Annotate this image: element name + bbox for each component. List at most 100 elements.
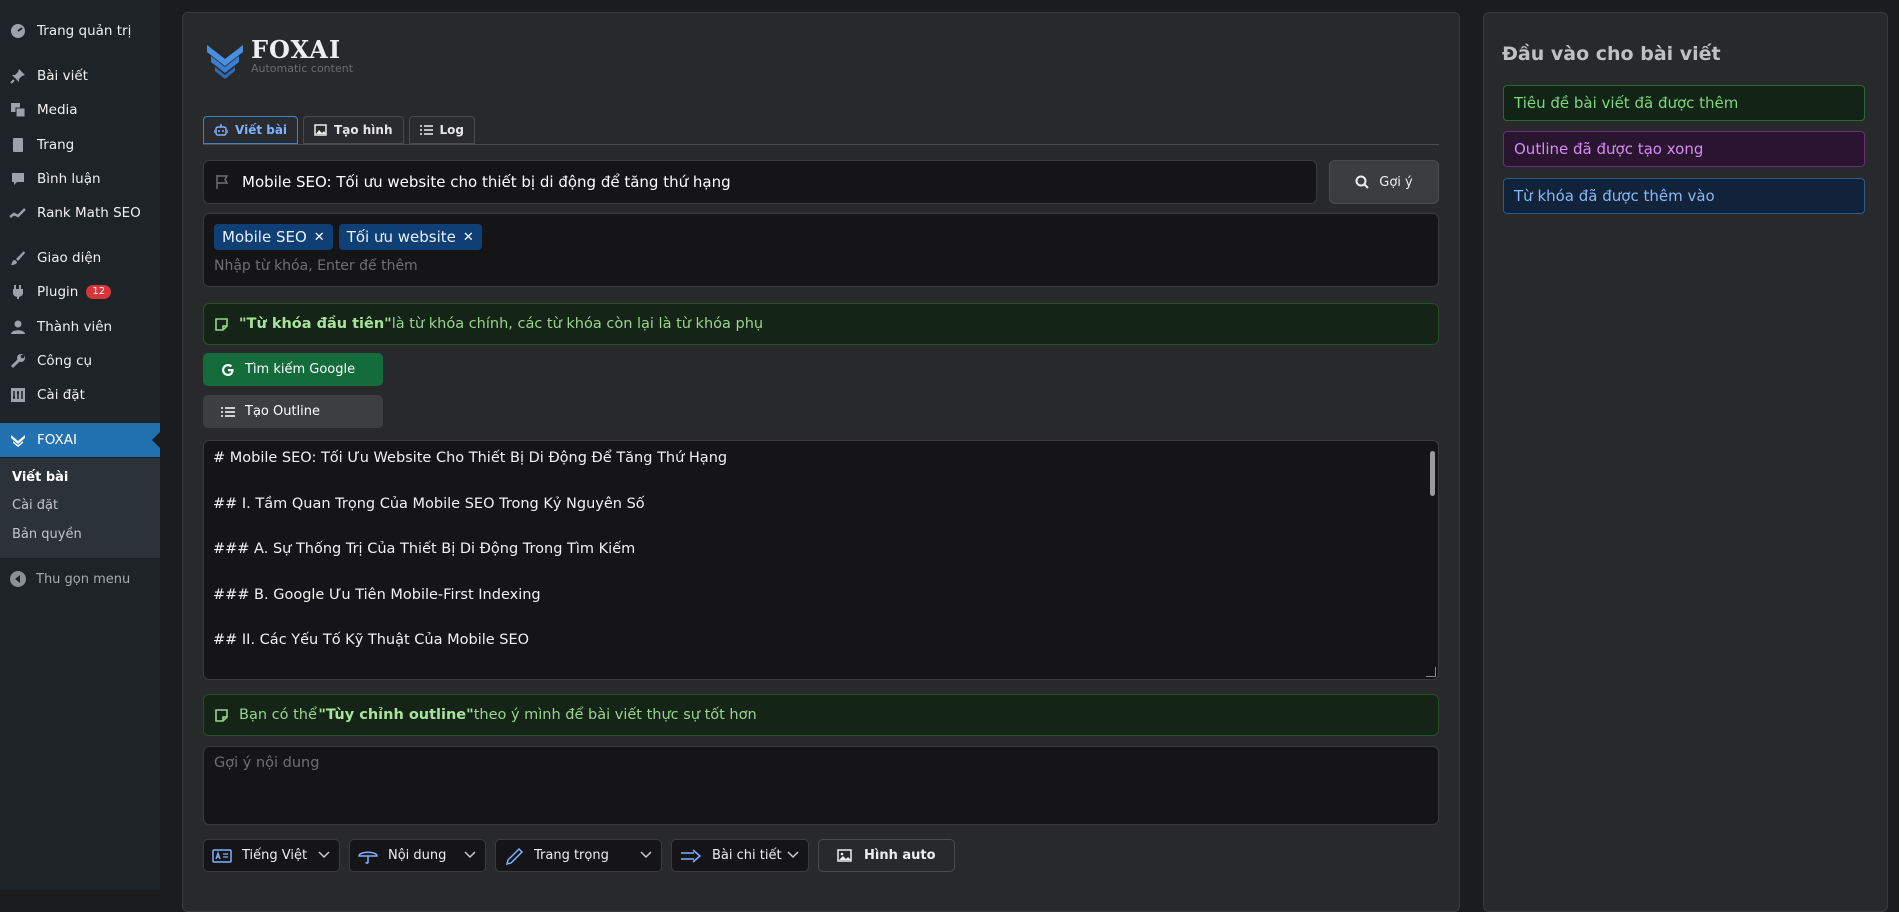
pen-icon [504, 847, 524, 865]
media-icon [9, 101, 27, 119]
keyword-input[interactable] [214, 258, 814, 274]
content-suggest-box [203, 746, 1439, 825]
user-icon [9, 318, 27, 336]
tab-label: Viết bài [235, 123, 288, 137]
search-icon [1355, 175, 1369, 189]
panel-title: Đầu vào cho bài viết [1502, 43, 1721, 65]
google-search-button[interactable]: Tìm kiếm Google [203, 353, 383, 386]
language-value: Tiếng Việt [242, 848, 308, 863]
sidebar-item-label: Bài viết [37, 68, 88, 84]
comment-icon [9, 170, 27, 188]
outline-scrollbar[interactable] [1430, 451, 1435, 496]
post-title-field[interactable] [203, 160, 1317, 204]
note-bold: "Từ khóa đầu tiên" [239, 316, 392, 332]
outline-label: Tạo Outline [245, 404, 321, 419]
content-type-select[interactable]: Nội dung [349, 839, 486, 872]
collapse-label: Thu gọn menu [36, 571, 131, 587]
note-text: theo ý mình để bài viết thực sự tốt hơn [473, 707, 757, 723]
image-icon [837, 849, 852, 862]
keyword-chip[interactable]: Mobile SEO ✕ [214, 224, 333, 250]
sidebar-item-pages[interactable]: Trang [0, 131, 160, 159]
logo-title: FOXAI [251, 35, 342, 64]
sidebar-item-comments[interactable]: Bình luận [0, 165, 160, 193]
sidebar-item-label: Trang [37, 137, 75, 153]
dashboard-icon [9, 22, 27, 40]
sidebar-item-plugins[interactable]: Plugin 12 [0, 278, 160, 306]
submenu-item-settings[interactable]: Cài đặt [12, 498, 58, 513]
suggest-label: Gợi ý [1379, 174, 1413, 190]
keyword-box: Mobile SEO ✕ Tối ưu website ✕ [203, 213, 1439, 287]
sidebar-item-label: Giao diện [37, 250, 102, 266]
collapse-menu-button[interactable]: Thu gọn menu [0, 566, 160, 592]
active-indicator [152, 432, 160, 448]
outline-line: ## II. Các Yếu Tố Kỹ Thuật Của Mobile SE… [213, 632, 530, 648]
brush-icon [9, 249, 27, 267]
note-bold: "Tùy chỉnh outline" [318, 707, 474, 723]
create-outline-button[interactable]: Tạo Outline [203, 395, 383, 428]
tab-log[interactable]: Log [408, 116, 475, 144]
note-icon [215, 708, 228, 722]
flag-icon [216, 175, 229, 189]
sidebar-item-label: FOXAI [37, 432, 77, 448]
remove-chip-icon[interactable]: ✕ [314, 230, 325, 245]
sidebar-item-tools[interactable]: Công cụ [0, 347, 160, 375]
tab-label: Tạo hình [334, 123, 393, 137]
image-icon [314, 124, 327, 136]
length-value: Bài chi tiết [712, 848, 782, 863]
sidebar-item-label: Rank Math SEO [37, 205, 141, 221]
status-outline-created: Outline đã được tạo xong [1503, 131, 1865, 167]
chevron-down-icon [787, 851, 799, 859]
foxai-logo: FOXAI Automatic content [205, 37, 353, 81]
sidebar-item-media[interactable]: Media [0, 96, 160, 124]
auto-image-button[interactable]: Hình auto [818, 839, 955, 872]
sidebar-item-label: Thành viên [37, 319, 113, 335]
tab-bar: Viết bài Tạo hình Log [203, 116, 475, 144]
content-suggest-input[interactable] [204, 747, 1438, 824]
tone-value: Trang trọng [534, 848, 609, 863]
sidebar-item-label: Media [37, 102, 78, 118]
sidebar-item-rank-math[interactable]: Rank Math SEO [0, 199, 160, 227]
rankmath-icon [9, 204, 27, 222]
resize-handle[interactable] [1426, 667, 1436, 677]
submenu-item-license[interactable]: Bản quyền [12, 527, 82, 542]
language-select[interactable]: Tiếng Việt [203, 839, 340, 872]
length-select[interactable]: Bài chi tiết [671, 839, 809, 872]
google-icon [222, 363, 234, 376]
tab-create-image[interactable]: Tạo hình [303, 116, 404, 144]
sidebar-item-users[interactable]: Thành viên [0, 313, 160, 341]
admin-sidebar: Trang quản trị Bài viết Media Trang Bình… [0, 0, 160, 890]
outline-line: ### B. Google Ưu Tiên Mobile-First Index… [213, 586, 541, 603]
note-text: là từ khóa chính, các từ khóa còn lại là… [391, 316, 764, 332]
keyword-chip[interactable]: Tối ưu website ✕ [338, 224, 482, 250]
outline-line: # Mobile SEO: Tối Ưu Website Cho Thiết B… [213, 450, 728, 466]
foxai-icon [9, 431, 27, 449]
status-keywords-added: Từ khóa đã được thêm vào [1503, 178, 1865, 214]
remove-chip-icon[interactable]: ✕ [463, 230, 474, 245]
list-icon [419, 125, 433, 135]
sidebar-item-label: Cài đặt [37, 387, 85, 403]
sidebar-item-dashboard[interactable]: Trang quản trị [0, 17, 160, 45]
tab-write-post[interactable]: Viết bài [203, 116, 299, 144]
pin-icon [9, 67, 27, 85]
tone-select[interactable]: Trang trọng [495, 839, 662, 872]
chevron-down-icon [640, 851, 652, 859]
content-type-value: Nội dung [388, 848, 447, 863]
outline-note: Bạn có thể "Tùy chỉnh outline" theo ý mì… [203, 694, 1439, 736]
outline-content[interactable]: # Mobile SEO: Tối Ưu Website Cho Thiết B… [213, 447, 727, 675]
sidebar-item-foxai[interactable]: FOXAI [0, 423, 160, 457]
sidebar-item-appearance[interactable]: Giao diện [0, 244, 160, 272]
suggest-button[interactable]: Gợi ý [1329, 160, 1439, 204]
submenu-item-write-post[interactable]: Viết bài [12, 470, 68, 485]
chip-label: Mobile SEO [222, 228, 307, 246]
sidebar-item-label: Trang quản trị [37, 23, 132, 39]
language-icon [212, 848, 232, 863]
settings-icon [9, 386, 27, 404]
umbrella-icon [358, 848, 378, 864]
auto-image-label: Hình auto [864, 848, 936, 863]
outline-line: ## I. Tầm Quan Trọng Của Mobile SEO Tron… [213, 495, 645, 512]
sidebar-item-posts[interactable]: Bài viết [0, 62, 160, 90]
outline-editor[interactable]: # Mobile SEO: Tối Ưu Website Cho Thiết B… [203, 440, 1439, 680]
sidebar-item-settings[interactable]: Cài đặt [0, 381, 160, 409]
google-label: Tìm kiếm Google [245, 362, 356, 377]
post-title-input[interactable] [242, 173, 1282, 191]
